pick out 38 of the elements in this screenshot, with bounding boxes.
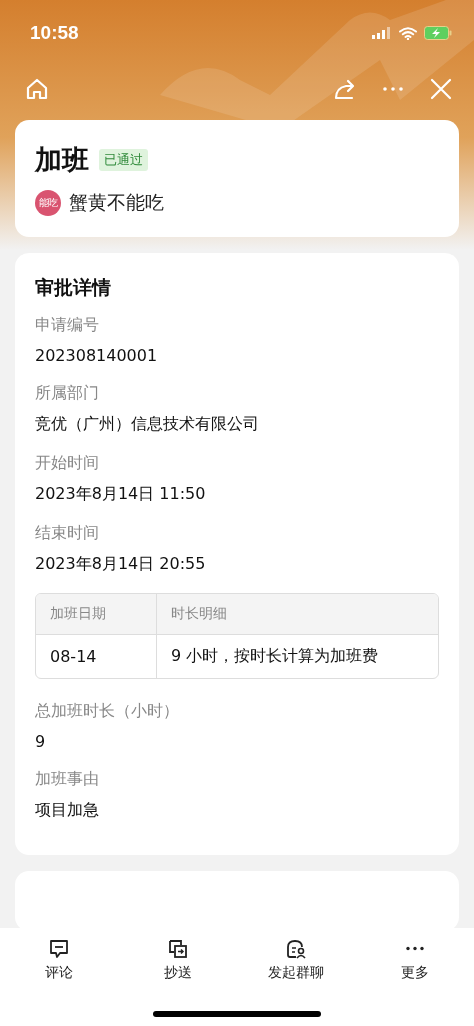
toolbar-button[interactable]: 评论 (9, 938, 110, 982)
home-icon (24, 76, 50, 102)
field-label: 申请编号 (35, 315, 100, 336)
column-header: 加班日期 (36, 594, 157, 635)
field-label: 开始时间 (35, 453, 100, 474)
status-time: 10:58 (30, 22, 79, 44)
copy-icon (166, 938, 189, 960)
field-label: 加班事由 (35, 769, 100, 790)
signal-icon (372, 27, 392, 39)
field-value: 项目加急 (35, 800, 100, 821)
field-value: 202308140001 (35, 346, 159, 365)
field-label: 总加班时长（小时） (35, 701, 180, 722)
toolbar-button[interactable]: 抄送 (127, 938, 228, 982)
column-header: 时长明细 (157, 594, 438, 635)
field-value: 2023年8月14日 11:50 (35, 484, 207, 505)
table-cell-text: 9 小时，按时长计算为加班费 (170, 645, 380, 667)
request-title: 加班 (35, 143, 89, 177)
group-chat-icon (285, 938, 308, 960)
avatar: 能吃 (35, 190, 61, 216)
toolbar-button[interactable]: 更多 (364, 938, 465, 982)
section-title: 审批详情 (35, 275, 112, 300)
table-cell: 08-14 (36, 635, 157, 678)
field-label: 所属部门 (35, 383, 100, 404)
toolbar-button[interactable]: 发起群聊 (246, 938, 347, 982)
field-value: 竞优（广州）信息技术有限公司 (35, 414, 260, 435)
close-button[interactable] (428, 76, 454, 102)
applicant-name: 蟹黄不能吃 (69, 190, 164, 215)
comment-icon (48, 938, 71, 960)
battery-icon (424, 26, 452, 40)
more-icon (382, 86, 404, 92)
close-icon (428, 76, 454, 102)
field-value: 2023年8月14日 20:55 (35, 554, 207, 575)
field-value: 9 (35, 732, 47, 751)
home-button[interactable] (24, 76, 50, 102)
field-label: 结束时间 (35, 523, 100, 544)
status-tag: 已通过 (99, 149, 148, 171)
wifi-icon (399, 26, 417, 40)
more-icon (405, 946, 424, 951)
